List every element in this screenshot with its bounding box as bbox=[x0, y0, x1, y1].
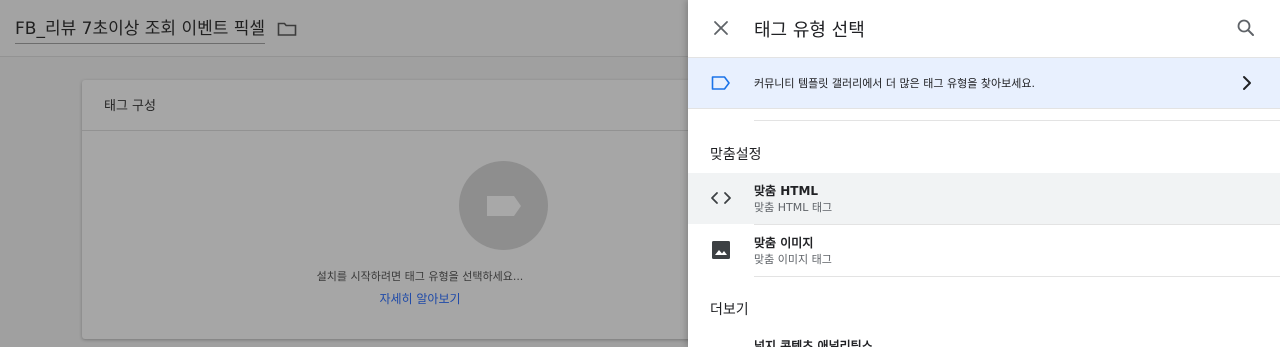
code-icon bbox=[710, 187, 732, 209]
workspace-overlay: FB_리뷰 7초이상 조회 이벤트 픽셀 태그 구성 설치를 시작하려면 태그 … bbox=[0, 0, 722, 347]
section-label-custom: 맞춤설정 bbox=[710, 147, 762, 163]
panel-title: 태그 유형 선택 bbox=[754, 20, 865, 41]
tag-type-custom-image[interactable]: 맞춤 이미지 맞춤 이미지 태그 bbox=[688, 225, 1280, 276]
community-gallery-text: 커뮤니티 템플릿 갤러리에서 더 많은 태그 유형을 찾아보세요. bbox=[754, 77, 1035, 90]
section-label-more: 더보기 bbox=[710, 302, 749, 318]
tag-name-wrap: FB_리뷰 7초이상 조회 이벤트 픽셀 bbox=[15, 14, 297, 44]
panel-header: 태그 유형 선택 bbox=[688, 0, 1280, 57]
item-subtitle: 맞춤 이미지 태그 bbox=[754, 253, 832, 266]
chevron-right-icon bbox=[1240, 75, 1254, 91]
close-icon[interactable] bbox=[712, 19, 730, 37]
workspace-header: FB_리뷰 7초이상 조회 이벤트 픽셀 bbox=[0, 0, 688, 57]
tag-type-panel: 태그 유형 선택 커뮤니티 템플릿 갤러리에서 더 많은 태그 유형을 찾아보세… bbox=[688, 0, 1280, 347]
search-icon[interactable] bbox=[1236, 18, 1256, 38]
tag-type-custom-html[interactable]: 맞춤 HTML 맞춤 HTML 태그 bbox=[688, 173, 1280, 224]
item-divider bbox=[754, 276, 1280, 277]
folder-icon[interactable] bbox=[277, 21, 297, 37]
tag-outline-icon bbox=[711, 75, 731, 91]
item-title: 맞춤 HTML bbox=[754, 184, 819, 198]
section-divider bbox=[754, 120, 1280, 121]
item-title: 맞춤 이미지 bbox=[754, 236, 814, 250]
card-title: 태그 구성 bbox=[104, 99, 156, 114]
tag-type-more-first[interactable]: 넓지 콘텐츠 애널리틱스 bbox=[754, 337, 873, 347]
tag-configuration-card: 태그 구성 설치를 시작하려면 태그 유형을 선택하세요... 자세히 알아보기 bbox=[82, 80, 722, 339]
community-gallery-row[interactable]: 커뮤니티 템플릿 갤러리에서 더 많은 태그 유형을 찾아보세요. bbox=[688, 57, 1280, 109]
card-divider bbox=[82, 130, 722, 131]
item-subtitle: 맞춤 HTML 태그 bbox=[754, 201, 833, 214]
image-icon bbox=[710, 239, 732, 261]
tag-placeholder-icon[interactable] bbox=[459, 161, 548, 250]
tag-name-field[interactable]: FB_리뷰 7초이상 조회 이벤트 픽셀 bbox=[15, 14, 266, 44]
